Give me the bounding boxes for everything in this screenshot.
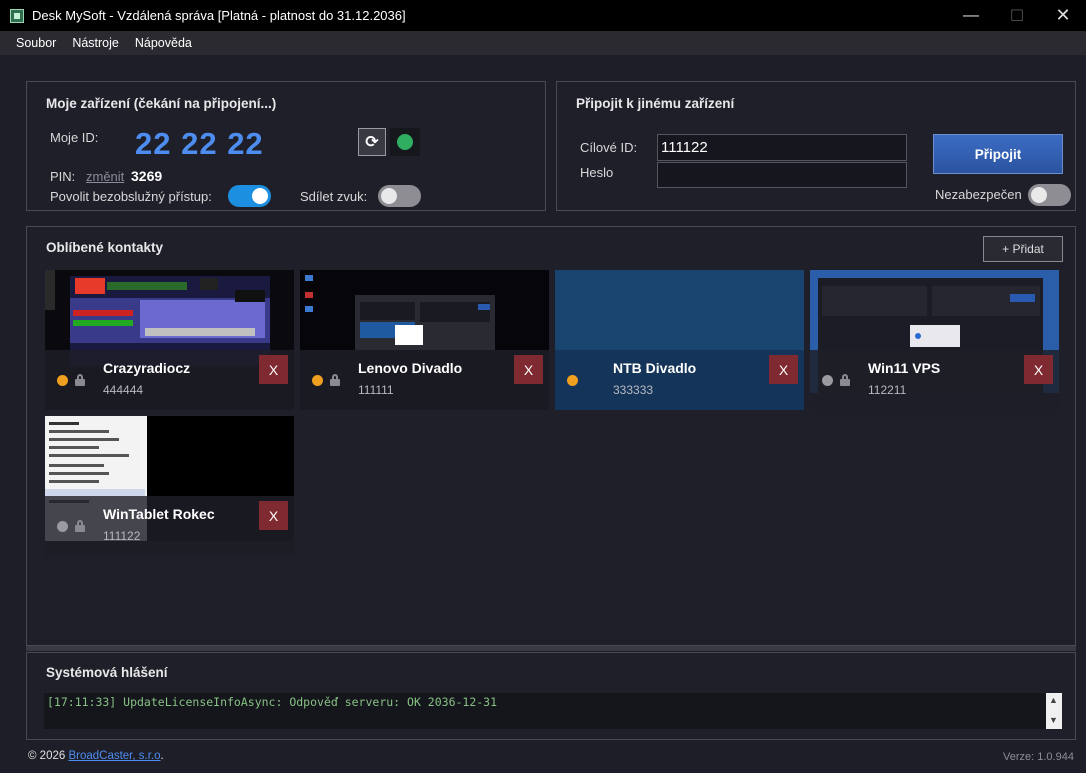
contact-name: NTB Divadlo [613,360,697,376]
target-id-label: Cílové ID: [580,140,638,155]
my-id-value: 22 22 22 [135,126,264,161]
status-dot [57,521,68,532]
system-log-title: Systémová hlášení [46,665,168,680]
refresh-icon: ⟳ [365,134,379,151]
copyright-dot: . [160,750,164,762]
contact-name: Crazyradiocz [103,360,191,376]
unattended-access-label: Povolit bezobslužný přístup: [50,189,212,204]
system-log-panel: Systémová hlášení [17:11:33] UpdateLicen… [26,652,1076,740]
insecure-label: Nezabezpečen [935,187,1022,202]
delete-contact-button[interactable]: X [514,355,543,384]
contact-id: 333333 [613,383,654,397]
delete-contact-button[interactable]: X [769,355,798,384]
add-contact-button[interactable]: + Přidat [983,236,1063,262]
share-sound-toggle[interactable] [378,185,421,207]
favorites-panel: Oblíbené kontakty + Přidat Crazyradiocz … [26,226,1076,646]
contact-id: 444444 [103,383,144,397]
copyright-text: © 2026 [28,750,69,762]
menu-soubor[interactable]: Soubor [8,36,64,50]
log-textarea[interactable]: [17:11:33] UpdateLicenseInfoAsync: Odpov… [44,693,1060,729]
log-line: [17:11:33] UpdateLicenseInfoAsync: Odpov… [47,695,498,709]
contact-card-ntb-divadlo[interactable]: NTB Divadlo 333333 X [555,270,804,410]
pin-value: 3269 [131,168,163,184]
app-icon [10,8,24,23]
minimize-button[interactable]: — [948,0,994,31]
my-device-title: Moje zařízení (čekání na připojení...) [46,96,277,111]
lock-icon [330,374,340,386]
menu-napoveda[interactable]: Nápověda [127,36,200,50]
status-dot [397,134,413,150]
contact-card-win11-vps[interactable]: Win11 VPS 112211 X [810,270,1059,410]
lock-icon [75,520,85,532]
scroll-down-icon[interactable]: ▼ [1049,715,1058,725]
title-bar: Desk MySoft - Vzdálená správa [Platná - … [0,0,1086,31]
contact-card-lenovo-divadlo[interactable]: Lenovo Divadlo 111111 X [300,270,549,410]
panel-splitter[interactable] [26,646,1076,651]
status-dot [822,375,833,386]
contact-name: WinTablet Rokec [103,506,215,522]
lock-icon [75,374,85,386]
connect-button[interactable]: Připojit [933,134,1063,174]
password-label: Heslo [580,165,614,180]
close-window-button[interactable]: ✕ [1040,0,1086,31]
log-scrollbar[interactable]: ▲ ▼ [1046,693,1062,729]
status-dot [57,375,68,386]
contact-name: Win11 VPS [868,360,941,376]
my-device-panel: Moje zařízení (čekání na připojení...) M… [26,81,546,211]
contact-card-crazyradiocz[interactable]: Crazyradiocz 444444 X [45,270,294,410]
menu-bar: Soubor Nástroje Nápověda [0,31,1086,55]
connection-status [390,128,420,156]
target-id-input[interactable]: 111122 [657,134,907,161]
maximize-button[interactable]: ☐ [994,0,1040,31]
footer-copyright: © 2026 BroadCaster, s.r.o. [28,750,164,762]
scroll-up-icon[interactable]: ▲ [1049,695,1058,705]
password-input[interactable] [657,162,907,188]
contact-id: 111122 [103,529,141,543]
contact-id: 112211 [868,383,907,397]
contact-name: Lenovo Divadlo [358,360,463,376]
my-id-label: Moje ID: [50,130,99,145]
menu-nastroje[interactable]: Nástroje [64,36,127,50]
share-sound-label: Sdílet zvuk: [300,189,368,204]
delete-contact-button[interactable]: X [259,501,288,530]
window-title: Desk MySoft - Vzdálená správa [Platná - … [32,8,406,23]
lock-icon [840,374,850,386]
connect-title: Připojit k jinému zařízení [576,96,735,111]
delete-contact-button[interactable]: X [1024,355,1053,384]
favorites-title: Oblíbené kontakty [46,240,164,255]
change-pin-link[interactable]: změnit [86,169,124,184]
delete-contact-button[interactable]: X [259,355,288,384]
connect-panel: Připojit k jinému zařízení Cílové ID: 11… [556,81,1076,211]
contact-id: 111111 [358,383,394,397]
pin-label: PIN: [50,169,76,184]
card-overlay [555,350,804,410]
company-link[interactable]: BroadCaster, s.r.o [68,750,160,762]
insecure-toggle[interactable] [1028,184,1071,206]
refresh-id-button[interactable]: ⟳ [358,128,386,156]
unattended-access-toggle[interactable] [228,185,271,207]
version-label: Verze: 1.0.944 [1003,751,1074,763]
contact-card-wintablet-rokec[interactable]: WinTablet Rokec 111122 X [45,416,294,556]
status-dot [312,375,323,386]
status-dot [567,375,578,386]
